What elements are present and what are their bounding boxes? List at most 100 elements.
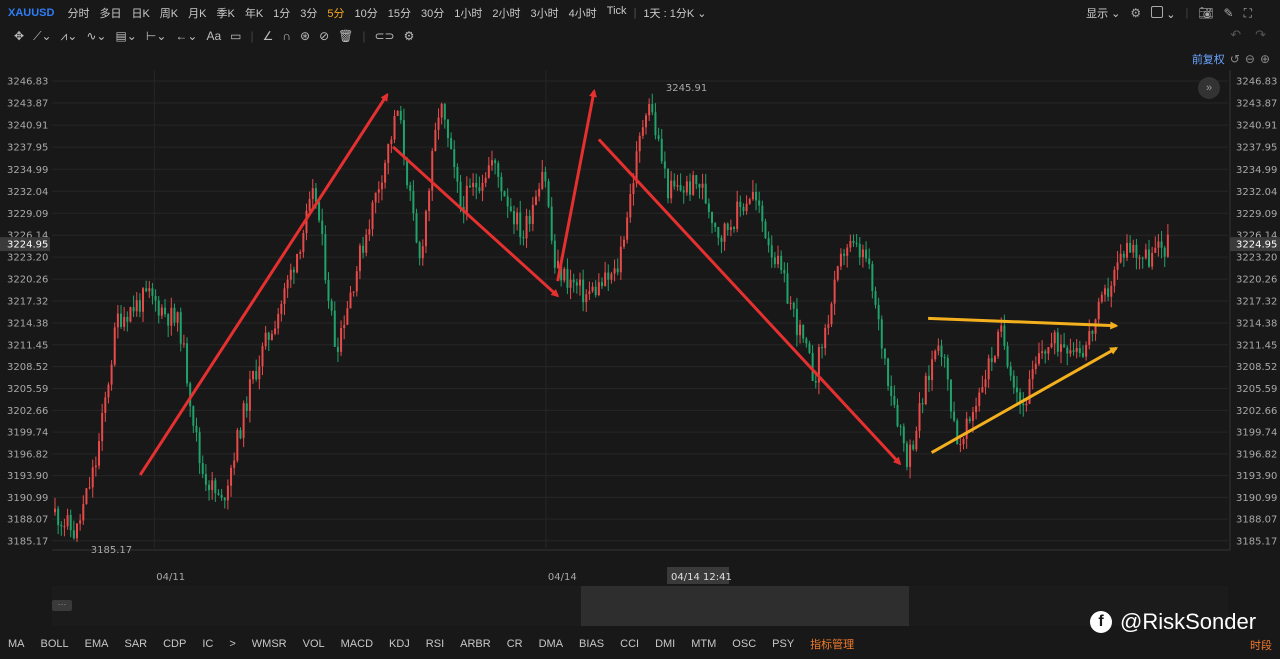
timeframe-tab[interactable]: Tick [602,5,632,21]
indicator-tab[interactable]: 指标管理 [802,636,862,652]
camera-icon[interactable]: 📷︎ [1198,6,1213,20]
indicator-tab[interactable]: ARBR [452,638,499,650]
channel-icon[interactable]: ⩘⌄ [61,29,78,44]
candle-body [330,300,333,311]
candle-body [940,345,943,358]
magnet-icon[interactable]: ∩ [282,29,291,43]
timeframe-tab[interactable]: 3分 [295,5,322,21]
indicator-tab[interactable]: OSC [724,638,764,650]
display-button[interactable]: 显示 ⌄ [1086,5,1120,21]
gear-icon[interactable]: ⚙ [1130,6,1141,20]
candle-body [1085,344,1088,357]
period-select[interactable]: 1天 : 1分K ⌄ [638,5,711,21]
timezone-label[interactable]: 时段 [1250,637,1272,653]
undo-icon[interactable]: ↶ [1230,27,1241,43]
indicator-tab[interactable]: IC [194,638,221,650]
toggle-icon[interactable]: ⊂⊃ [374,29,394,43]
indicator-tab[interactable]: MTM [683,638,724,650]
indicator-tab[interactable]: MA [0,638,33,650]
timeframe-tab[interactable]: 多日 [94,5,126,21]
reset-icon[interactable]: ↺ [1230,52,1240,66]
timeframe-tab[interactable]: 2小时 [487,5,525,21]
timeframe-tab[interactable]: 5分 [322,5,349,21]
symbol-label[interactable]: XAUUSD [0,7,62,19]
indicator-tab[interactable]: MACD [333,638,381,650]
settings-icon[interactable]: ⚙ [404,29,415,43]
candle-body [799,324,802,336]
candle-body [843,253,846,256]
candle-body [871,264,874,292]
timeframe-tab[interactable]: 季K [211,5,239,21]
move-icon[interactable]: ✥ [14,29,24,43]
timeframe-tab[interactable]: 30分 [416,5,449,21]
timeframe-tab[interactable]: 分时 [62,5,94,21]
timeframe-tab[interactable]: 1小时 [449,5,487,21]
timeframe-tab[interactable]: 年K [240,5,268,21]
line-icon[interactable]: ⟋⌄ [33,29,51,44]
indicator-tab[interactable]: CCI [612,638,647,650]
timeframe-tab[interactable]: 10分 [350,5,383,21]
layout-select[interactable]: ⌄ [1151,5,1175,21]
zoom-out-icon[interactable]: ⊖ [1245,52,1255,66]
fib-icon[interactable]: ▤⌄ [115,29,136,43]
indicator-tab[interactable]: DMI [647,638,683,650]
indicator-tab[interactable]: PSY [764,638,802,650]
indicator-tab[interactable]: BOLL [33,638,77,650]
candle-body [1160,241,1163,248]
scroll-to-latest-button[interactable]: » [1198,77,1220,99]
timeframe-tab[interactable]: 日K [126,5,154,21]
indicator-tab[interactable]: DMA [531,638,571,650]
fullscreen-icon[interactable]: ⛶ [1244,6,1252,21]
indicator-tab[interactable]: SAR [116,638,155,650]
candle-body [459,181,462,207]
indicator-tab[interactable]: KDJ [381,638,418,650]
trash-icon[interactable]: 🗑︎ [338,29,353,43]
candle-body [827,324,830,328]
timeframe-tab[interactable]: 周K [155,5,183,21]
candle-body [72,530,75,539]
candle-body [387,143,390,163]
candle-body [179,312,182,344]
indicator-tab[interactable]: RSI [418,638,452,650]
candle-body [365,234,368,253]
timeframe-tab[interactable]: 4小时 [564,5,602,21]
restore-label[interactable]: 前复权 [1192,51,1225,67]
price-chart[interactable]: 3246.83 3246.83 3243.87 3243.87 3240.91 3240.… [0,70,1280,584]
candle-body [751,191,754,200]
hide-icon[interactable]: ⊛ [300,29,310,43]
pencil-icon[interactable]: ∠ [263,29,274,43]
note-icon[interactable]: ▭ [230,29,241,43]
redo-icon[interactable]: ↷ [1255,27,1266,43]
indicator-tab[interactable]: > [221,638,243,650]
candle-body [578,279,581,286]
candle-body [695,175,698,185]
candle-body [349,292,352,309]
timeframe-tab[interactable]: 1分 [268,5,295,21]
indicator-tab[interactable]: CDP [155,638,194,650]
text-icon[interactable]: Aa [206,29,221,43]
lock-icon[interactable]: ⊘ [319,29,329,43]
indicator-tab[interactable]: CR [499,638,531,650]
indicator-tab[interactable]: VOL [295,638,333,650]
navigator-window[interactable] [581,586,909,626]
candle-body [927,375,930,381]
indicator-tab[interactable]: WMSR [244,638,295,650]
time-navigator[interactable]: ··· [52,586,1228,626]
timeframe-tab[interactable]: 15分 [383,5,416,21]
indicator-tab[interactable]: BIAS [571,638,612,650]
more-icon[interactable]: ··· [52,600,72,611]
pencil-icon[interactable]: ✎ [1224,6,1234,20]
wave-icon[interactable]: ∿⌄ [86,29,106,43]
timeframe-tab[interactable]: 月K [183,5,211,21]
candle-body [761,205,764,222]
candle-body [261,346,264,367]
zoom-in-icon[interactable]: ⊕ [1260,52,1270,66]
candle-body [399,110,402,121]
arrow-icon[interactable]: ←⌄ [175,29,197,43]
y-tick-label-left: 3208.52 [7,362,48,373]
indicator-tab[interactable]: EMA [77,638,117,650]
candle-body [924,375,927,405]
measure-icon[interactable]: ⊢⌄ [146,29,167,43]
timeframe-tab[interactable]: 3小时 [526,5,564,21]
candle-body [79,520,82,524]
